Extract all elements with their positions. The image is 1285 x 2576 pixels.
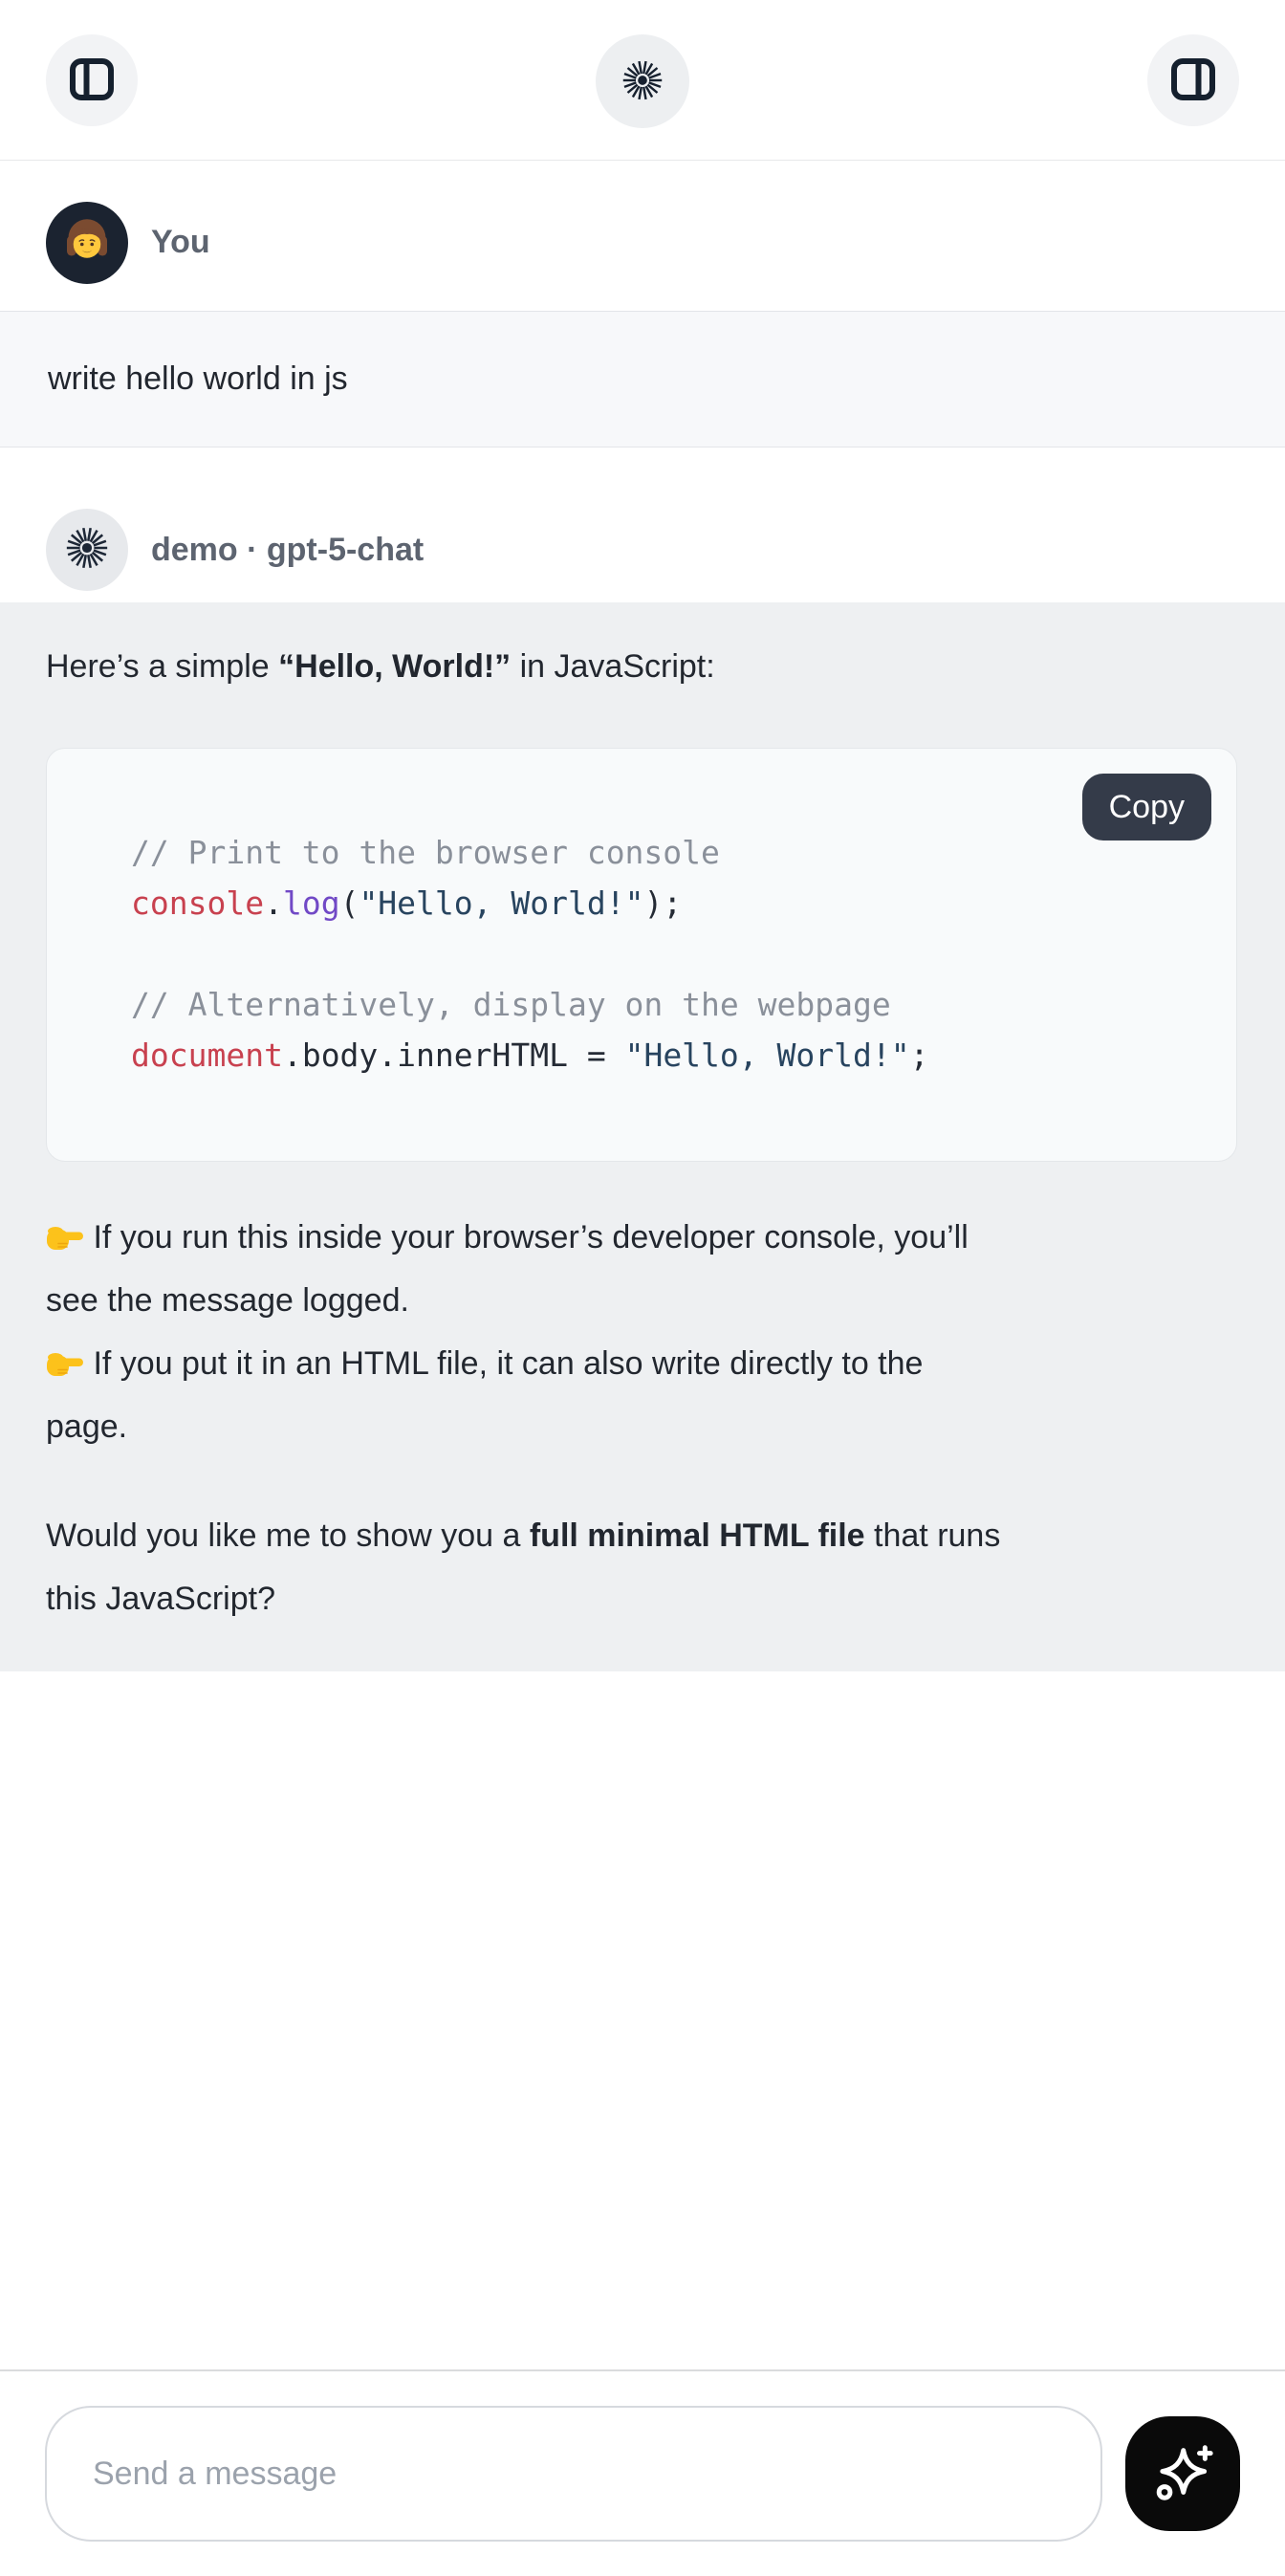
user-sender-row: You — [0, 161, 1285, 311]
starburst-logo-icon — [621, 59, 664, 104]
code-line: document.body.innerHTML = "Hello, World!… — [131, 1030, 1198, 1081]
pointing-right-emoji — [46, 1345, 84, 1382]
app-logo-button[interactable] — [596, 34, 689, 128]
person-emoji — [61, 214, 113, 271]
panel-right-icon — [1169, 55, 1217, 106]
chat-app-screen: You write hello world in js demo · gpt-5… — [0, 0, 1285, 2576]
assistant-tips-text: If you run this inside your browser’s de… — [46, 1206, 1237, 1458]
code-line: // Print to the browser console — [131, 827, 1198, 878]
spacer — [0, 448, 1285, 497]
pointing-right-emoji — [46, 1219, 84, 1255]
assistant-sender-name: demo · gpt-5-chat — [151, 532, 424, 569]
empty-chat-area — [0, 1671, 1285, 2369]
code-line — [131, 928, 1198, 979]
assistant-sender-row: demo · gpt-5-chat — [0, 497, 1285, 602]
user-message-text: write hello world in js — [48, 360, 348, 398]
code-block: Copy // Print to the browser consolecons… — [46, 748, 1237, 1162]
user-sender-name: You — [151, 224, 210, 261]
code-line: // Alternatively, display on the webpage — [131, 979, 1198, 1030]
sparkles-icon — [1149, 2439, 1216, 2509]
user-avatar — [46, 202, 128, 284]
assistant-message: Here’s a simple “Hello, World!” in JavaS… — [0, 602, 1285, 1671]
top-bar — [0, 0, 1285, 161]
code-content: // Print to the browser consoleconsole.l… — [47, 749, 1236, 1161]
assistant-avatar — [46, 509, 128, 591]
panel-left-icon — [68, 55, 116, 106]
send-button[interactable] — [1125, 2416, 1240, 2531]
assistant-intro-text: Here’s a simple “Hello, World!” in JavaS… — [46, 635, 1237, 698]
message-input[interactable] — [45, 2406, 1102, 2542]
right-panel-toggle-button[interactable] — [1147, 34, 1239, 126]
starburst-avatar-icon — [65, 526, 109, 575]
user-message: write hello world in js — [0, 311, 1285, 448]
code-line: console.log("Hello, World!"); — [131, 878, 1198, 928]
sidebar-toggle-button[interactable] — [46, 34, 138, 126]
copy-code-button[interactable]: Copy — [1082, 774, 1211, 840]
composer-bar — [0, 2369, 1285, 2576]
assistant-question-text: Would you like me to show you a full min… — [46, 1504, 1237, 1630]
